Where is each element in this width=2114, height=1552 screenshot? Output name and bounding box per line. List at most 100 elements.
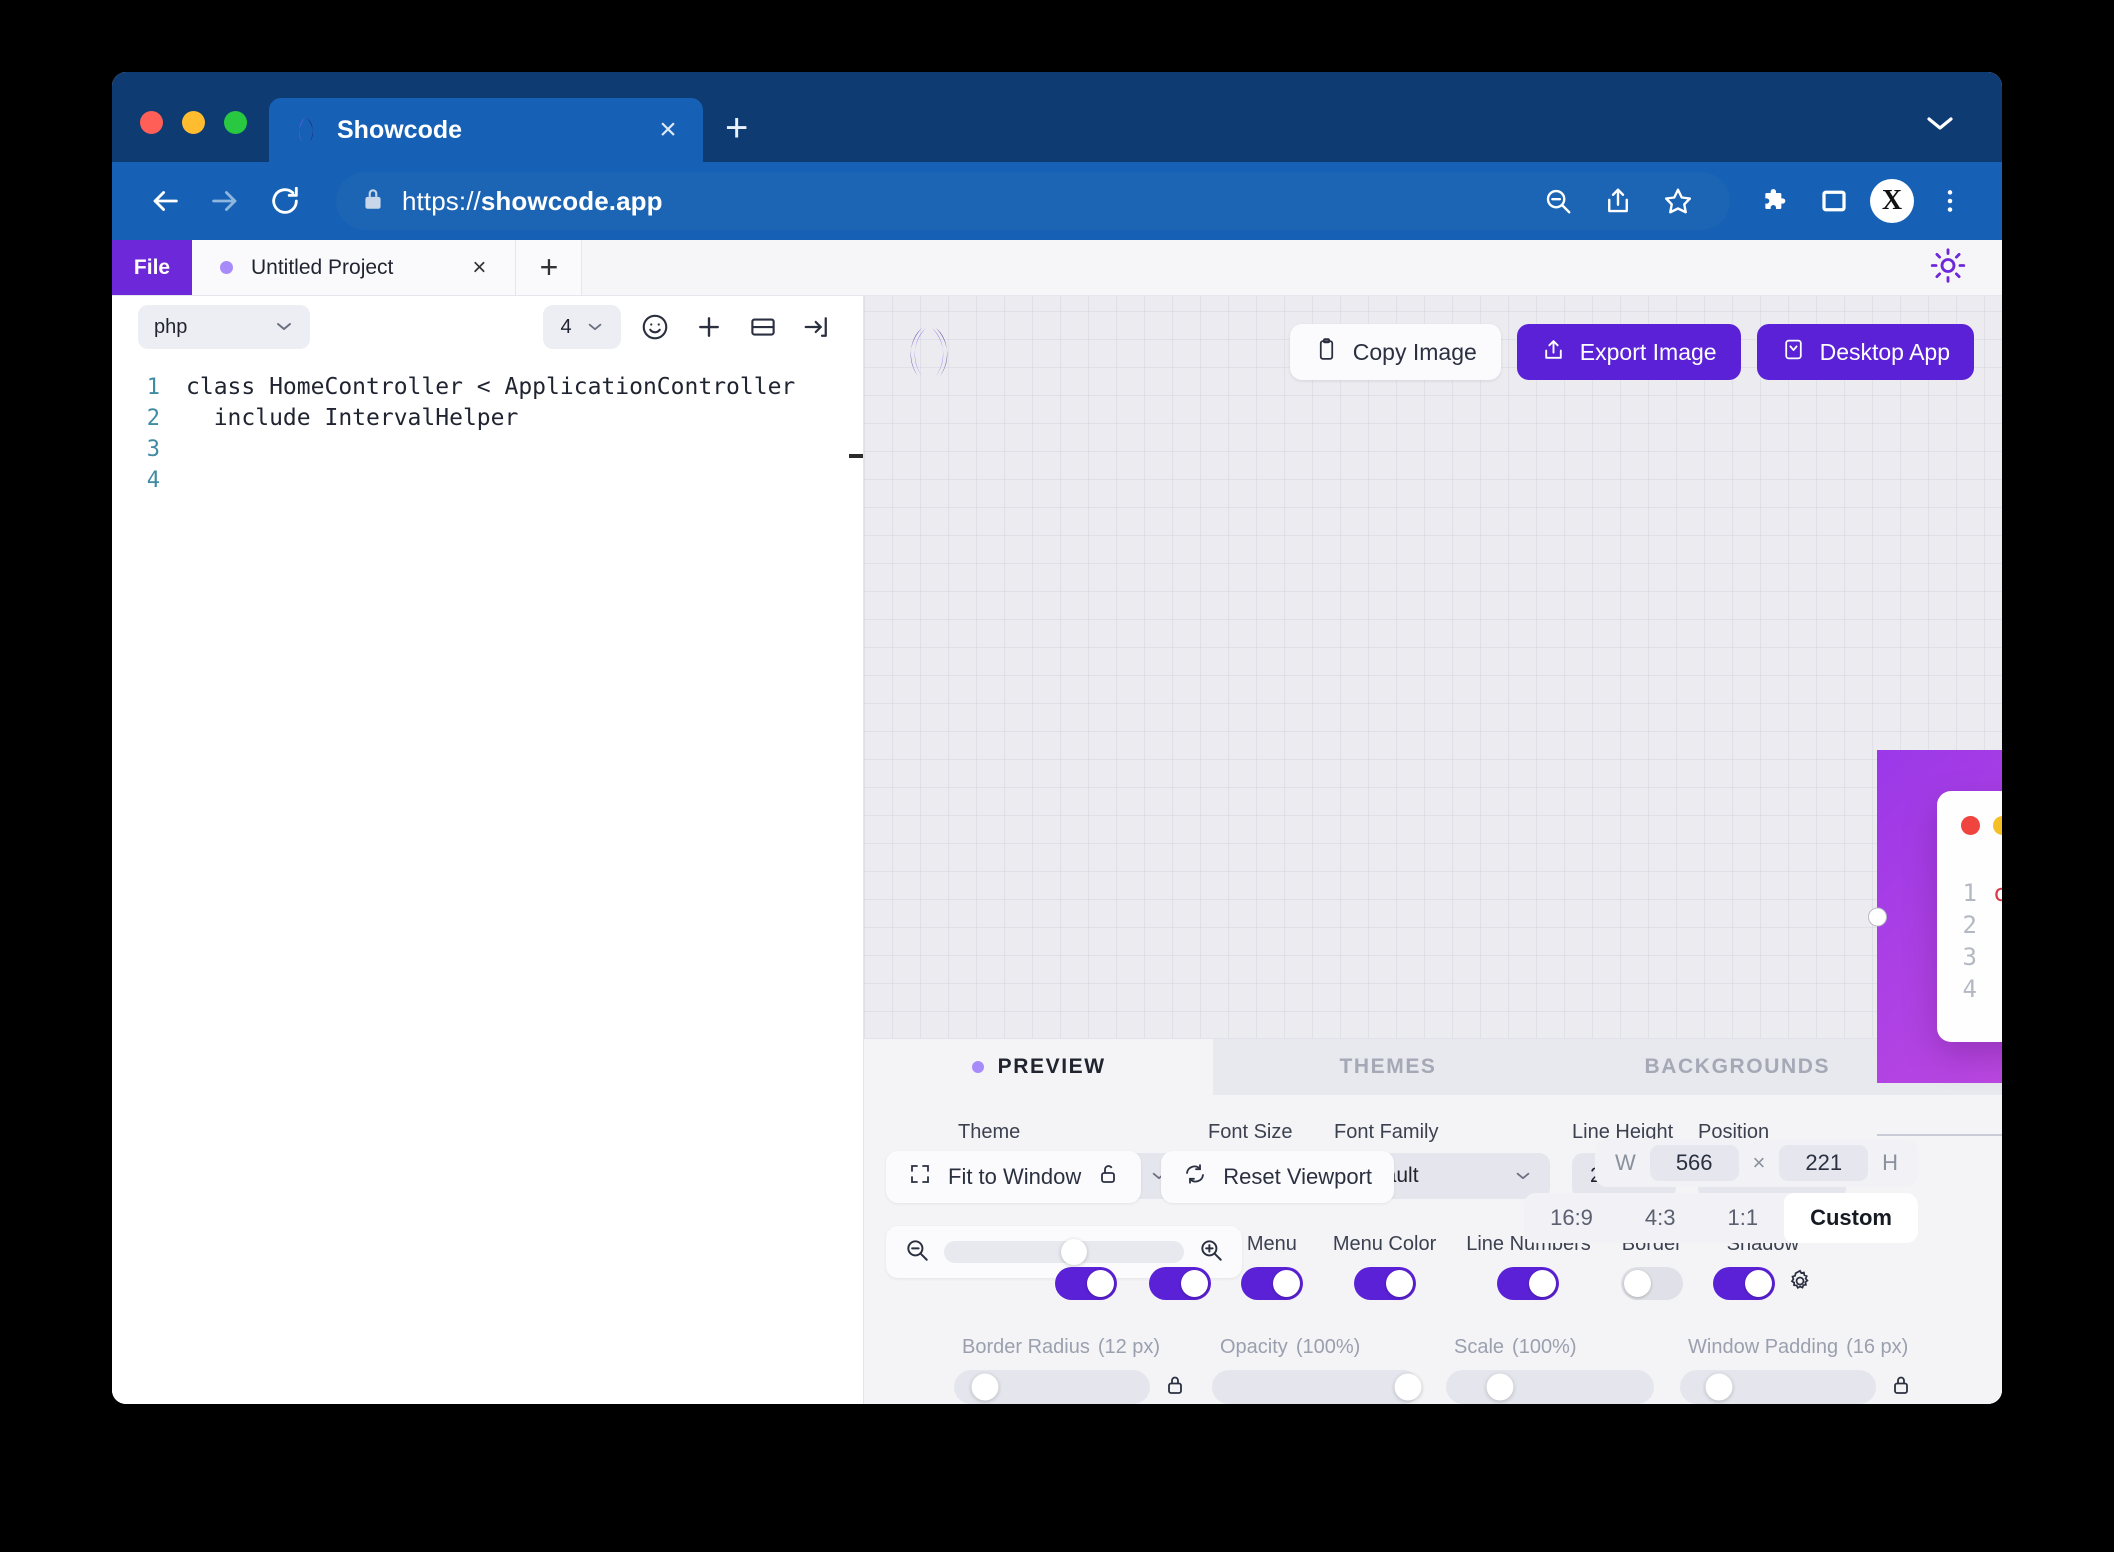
- opacity-slider[interactable]: [1212, 1370, 1420, 1404]
- times-separator: ×: [1753, 1150, 1766, 1176]
- chevron-down-icon[interactable]: [1924, 113, 1956, 138]
- opacity-knob[interactable]: [1394, 1374, 1421, 1401]
- new-tab-button[interactable]: +: [725, 108, 748, 148]
- tab-size-value: 4: [560, 316, 571, 339]
- url-text: https://showcode.app: [402, 186, 663, 217]
- toggle-menu-switch[interactable]: [1241, 1267, 1303, 1300]
- minimize-window-button[interactable]: [182, 111, 205, 134]
- height-input[interactable]: 221: [1779, 1145, 1868, 1181]
- file-menu-button[interactable]: File: [112, 240, 192, 295]
- tab-preview[interactable]: PREVIEW: [864, 1039, 1213, 1095]
- copy-image-label: Copy Image: [1353, 339, 1477, 366]
- unsaved-dot-icon: [220, 261, 233, 274]
- back-button[interactable]: [138, 174, 192, 228]
- zoom-in-icon[interactable]: [1198, 1237, 1224, 1268]
- add-icon[interactable]: [689, 307, 729, 347]
- add-project-button[interactable]: +: [516, 240, 582, 295]
- zoom-out-icon[interactable]: [904, 1237, 930, 1268]
- overflow-menu-icon[interactable]: [1924, 175, 1976, 227]
- ratio-16-9-button[interactable]: 16:9: [1524, 1193, 1619, 1243]
- border-radius-slider[interactable]: [954, 1370, 1150, 1404]
- share-icon[interactable]: [1592, 175, 1644, 227]
- line-number: 3: [112, 434, 174, 465]
- browser-window: Showcode × + https://showcode.app: [112, 72, 2002, 1404]
- lock-icon[interactable]: [1890, 1373, 1912, 1402]
- preview-actions: Copy Image Export Image De: [1290, 324, 1974, 380]
- close-icon[interactable]: ×: [651, 115, 685, 145]
- reload-button[interactable]: [258, 174, 312, 228]
- chevron-down-icon: [586, 316, 604, 339]
- profile-avatar[interactable]: X: [1866, 175, 1918, 227]
- language-select[interactable]: php: [138, 305, 310, 349]
- reset-viewport-button[interactable]: Reset Viewport: [1161, 1151, 1394, 1203]
- resize-handle-left[interactable]: [1868, 907, 1887, 926]
- editor-scrollbar[interactable]: [849, 454, 863, 458]
- browser-tab-strip: Showcode × +: [112, 72, 2002, 162]
- desktop-app-button[interactable]: Desktop App: [1757, 324, 1974, 380]
- line-text: class HomeController < ApplicationContro…: [174, 372, 795, 403]
- scale-slider[interactable]: [1446, 1370, 1654, 1404]
- ratio-1-1-button[interactable]: 1:1: [1702, 1193, 1785, 1243]
- wrap-line-icon[interactable]: [797, 307, 837, 347]
- extensions-puzzle-icon[interactable]: [1750, 175, 1802, 227]
- ratio-custom-button[interactable]: Custom: [1784, 1193, 1918, 1243]
- toggle-menu-color: Menu Color: [1333, 1233, 1436, 1300]
- border-radius-label-text: Border Radius: [962, 1336, 1090, 1358]
- zoom-slider-track[interactable]: [944, 1241, 1184, 1263]
- maximize-window-button[interactable]: [224, 111, 247, 134]
- tab-themes[interactable]: THEMES: [1213, 1039, 1562, 1095]
- close-icon[interactable]: ×: [459, 254, 499, 282]
- chevron-down-icon: [274, 316, 294, 339]
- emoji-icon[interactable]: [635, 307, 675, 347]
- window-padding-label-text: Window Padding: [1688, 1336, 1838, 1358]
- avatar-letter: X: [1870, 179, 1914, 223]
- window-padding-slider[interactable]: [1680, 1370, 1876, 1404]
- toggle-shadow-switch[interactable]: [1713, 1267, 1775, 1300]
- lock-icon: [362, 186, 384, 217]
- window-padding-knob[interactable]: [1706, 1374, 1733, 1401]
- fit-icon: [908, 1162, 932, 1192]
- tab-size-select[interactable]: 4: [543, 305, 621, 349]
- side-panel-icon[interactable]: [1808, 175, 1860, 227]
- reset-viewport-label: Reset Viewport: [1223, 1164, 1372, 1190]
- copy-image-button[interactable]: Copy Image: [1290, 324, 1501, 380]
- sun-icon[interactable]: [1930, 247, 1966, 288]
- browser-tab[interactable]: Showcode ×: [269, 98, 703, 162]
- font-family-label: Font Family: [1334, 1121, 1550, 1144]
- export-icon: [1541, 337, 1566, 368]
- unlock-icon[interactable]: [1097, 1162, 1119, 1192]
- toggle-border-switch[interactable]: [1621, 1267, 1683, 1300]
- fit-to-window-button[interactable]: Fit to Window: [886, 1151, 1141, 1203]
- ratio-4-3-button[interactable]: 4:3: [1619, 1193, 1702, 1243]
- split-pane-icon[interactable]: [743, 307, 783, 347]
- zoom-out-icon[interactable]: [1532, 175, 1584, 227]
- scale-knob[interactable]: [1487, 1374, 1514, 1401]
- forward-button[interactable]: [198, 174, 252, 228]
- code-line: 4: [112, 465, 863, 496]
- border-radius-knob[interactable]: [972, 1374, 999, 1401]
- showcode-logo-icon: [291, 115, 321, 145]
- tab-backgrounds[interactable]: BACKGROUNDS: [1563, 1039, 1912, 1095]
- toggle-menu-color-switch[interactable]: [1354, 1267, 1416, 1300]
- zoom-slider-knob[interactable]: [1061, 1239, 1087, 1265]
- bookmark-star-icon[interactable]: [1652, 175, 1704, 227]
- toggle-header-switch[interactable]: [1055, 1267, 1117, 1300]
- gear-icon[interactable]: [1787, 1268, 1813, 1299]
- desktop-app-label: Desktop App: [1820, 339, 1950, 366]
- code-text-area[interactable]: 1 class HomeController < ApplicationCont…: [112, 358, 863, 1404]
- window-traffic-lights: [112, 111, 247, 162]
- lock-icon[interactable]: [1164, 1373, 1186, 1402]
- preview-canvas[interactable]: Copy Image Export Image De: [864, 296, 2002, 1038]
- toggle-line-numbers-switch[interactable]: [1497, 1267, 1559, 1300]
- export-image-button[interactable]: Export Image: [1517, 324, 1741, 380]
- scale-label-text: Scale: [1454, 1336, 1504, 1358]
- gradient-background-card[interactable]: Untitled-1 1 class HomeController < Appl…: [1877, 750, 2002, 1083]
- width-input[interactable]: 566: [1650, 1145, 1739, 1181]
- project-tab[interactable]: Untitled Project ×: [192, 240, 516, 295]
- close-window-button[interactable]: [140, 111, 163, 134]
- line-number: 2: [112, 403, 174, 434]
- toggle-title-switch[interactable]: [1149, 1267, 1211, 1300]
- opacity-label-text: Opacity: [1220, 1336, 1288, 1358]
- url-bar[interactable]: https://showcode.app: [336, 172, 1730, 230]
- aspect-ratio-group: 16:9 4:3 1:1 Custom: [1524, 1193, 1918, 1243]
